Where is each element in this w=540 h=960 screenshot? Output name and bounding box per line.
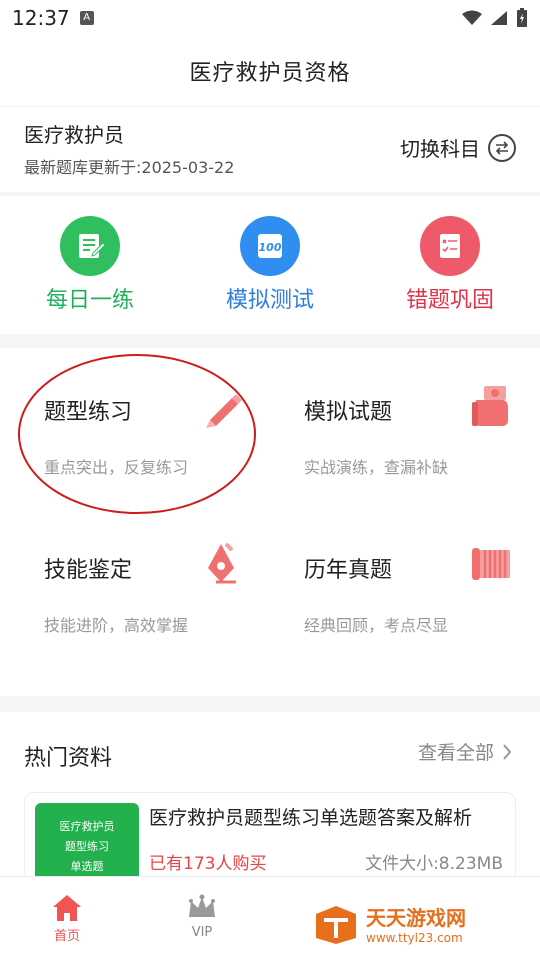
status-time: 12:37 xyxy=(12,6,70,30)
card-title: 技能鉴定 xyxy=(44,558,133,583)
mock-test-label: 模拟测试 xyxy=(225,288,314,313)
subject-panel: 医疗救护员 最新题库更新于:2025-03-22 切换科目 xyxy=(0,106,540,192)
daily-practice-button[interactable]: 每日一练 xyxy=(0,196,180,334)
card-title: 模拟试题 xyxy=(304,400,393,425)
card-desc: 技能进阶，高效掌握 xyxy=(44,616,189,635)
mock-test-button[interactable]: 100 模拟测试 xyxy=(180,196,360,334)
switch-subject-button[interactable]: 切换科目 xyxy=(400,133,516,162)
edit-note-icon xyxy=(60,216,120,276)
tab-label: VIP xyxy=(191,925,213,940)
switch-subject-label: 切换科目 xyxy=(400,137,480,161)
watermark-name: 天天游戏网 xyxy=(366,906,466,930)
thumb-line: 题型练习 xyxy=(65,840,109,853)
swap-icon xyxy=(488,133,516,162)
card-title: 题型练习 xyxy=(44,400,133,425)
title-bar: 医疗救护员资格 xyxy=(0,36,540,106)
buyer-count: 已有173人购买 xyxy=(149,854,267,874)
card-desc: 重点突出，反复练习 xyxy=(44,458,189,477)
tab-home[interactable]: 首页 xyxy=(27,893,107,944)
mock-questions-card[interactable]: 模拟试题 实战演练，查漏补缺 xyxy=(270,348,530,478)
skill-assessment-card[interactable]: 技能鉴定 技能进阶，高效掌握 xyxy=(0,506,260,636)
section-heading: 热门资料 xyxy=(24,746,113,771)
signal-icon xyxy=(491,11,507,25)
site-watermark: 天天游戏网 www.ttyl23.com xyxy=(312,902,466,945)
daily-practice-label: 每日一练 xyxy=(45,288,134,313)
hot-resources-section: 热门资料 查看全部 医疗救护员 题型练习 单选题 医疗救护员题型练习单选题答案及… xyxy=(0,712,540,882)
crown-icon xyxy=(189,894,215,917)
file-size: 文件大小:8.23MB xyxy=(365,854,503,874)
view-all-link[interactable]: 查看全部 xyxy=(418,738,512,765)
pen-nib-icon xyxy=(208,542,236,584)
wifi-icon xyxy=(462,10,482,25)
card-desc: 经典回顾，考点尽显 xyxy=(304,616,449,635)
chevron-right-icon xyxy=(503,743,512,760)
home-icon xyxy=(53,895,81,921)
svg-text:100: 100 xyxy=(259,241,282,254)
thumb-line: 单选题 xyxy=(70,860,104,873)
page-title: 医疗救护员资格 xyxy=(189,61,351,86)
status-bar: 12:37 A xyxy=(0,0,540,36)
watermark-logo-icon xyxy=(316,905,356,944)
resource-thumbnail: 医疗救护员 题型练习 单选题 xyxy=(35,803,139,881)
score-100-icon: 100 xyxy=(240,216,300,276)
pencil-icon xyxy=(206,394,242,428)
tab-label: 首页 xyxy=(53,929,80,944)
resource-title: 医疗救护员题型练习单选题答案及解析 xyxy=(149,807,473,829)
checklist-icon xyxy=(420,216,480,276)
card-title: 历年真题 xyxy=(304,558,393,583)
thumb-line: 医疗救护员 xyxy=(59,820,115,833)
watermark-url: www.ttyl23.com xyxy=(366,931,463,945)
resource-card[interactable]: 医疗救护员 题型练习 单选题 医疗救护员题型练习单选题答案及解析 已有173人购… xyxy=(24,792,516,882)
battery-icon xyxy=(517,8,527,27)
question-type-practice-card[interactable]: 题型练习 重点突出，反复练习 xyxy=(0,348,260,478)
hand-money-icon xyxy=(472,386,508,426)
feature-grid: 题型练习 重点突出，反复练习 模拟试题 实战演练，查漏补缺 技能鉴定 技能进阶，… xyxy=(0,348,540,696)
wrong-questions-button[interactable]: 错题巩固 xyxy=(360,196,540,334)
tab-vip[interactable]: VIP xyxy=(162,893,242,940)
wrong-questions-label: 错题巩固 xyxy=(405,288,494,313)
view-all-label: 查看全部 xyxy=(417,742,494,764)
notification-icon: A xyxy=(79,11,94,25)
scroll-book-icon xyxy=(472,548,510,580)
quick-actions: 每日一练 100 模拟测试 错题巩固 xyxy=(0,196,540,334)
past-exams-card[interactable]: 历年真题 经典回顾，考点尽显 xyxy=(270,506,530,636)
card-desc: 实战演练，查漏补缺 xyxy=(304,458,449,477)
